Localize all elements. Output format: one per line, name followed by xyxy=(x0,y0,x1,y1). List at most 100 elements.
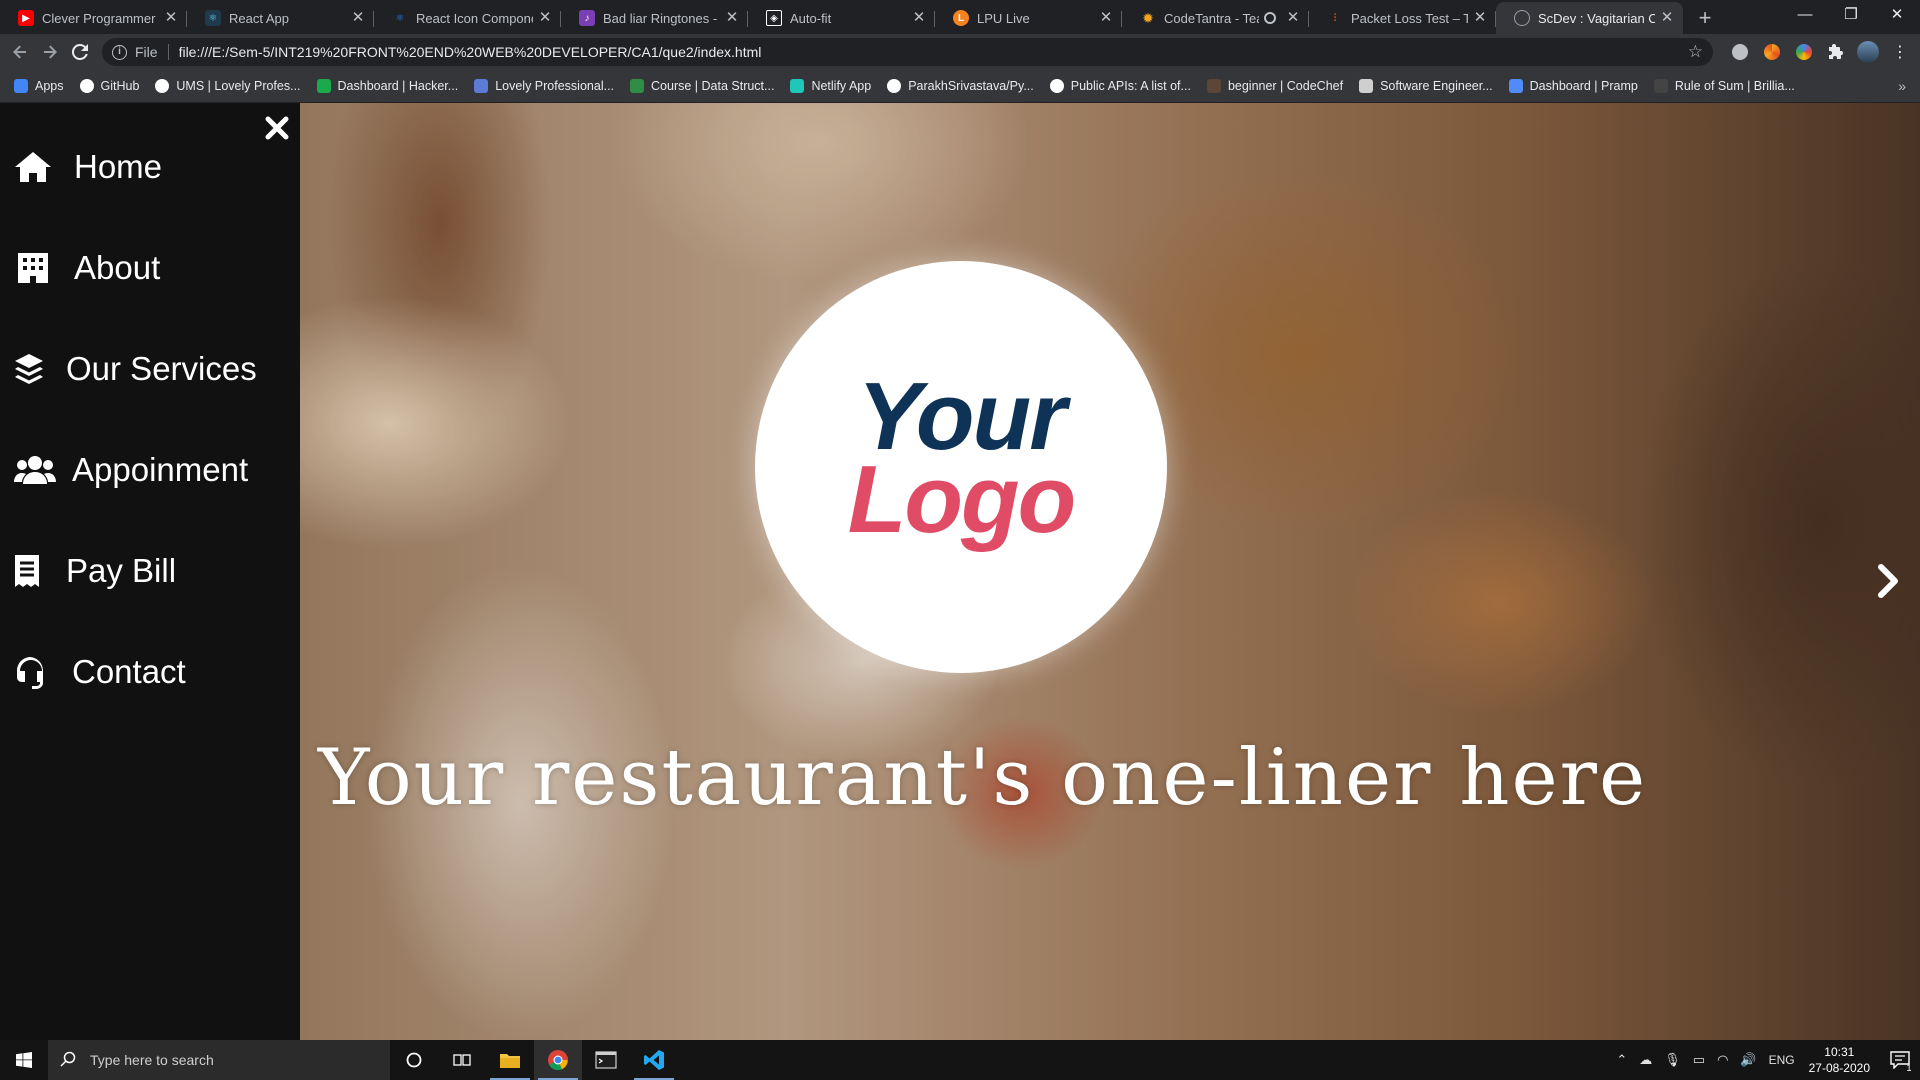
taskbar-search-box[interactable]: Type here to search xyxy=(48,1040,390,1080)
tab-scdev-active[interactable]: ScDev : Vagitarian Caffe ✕ xyxy=(1496,2,1683,34)
codetantra-icon: ✹ xyxy=(1142,9,1154,26)
bookmark-item[interactable]: ParakhSrivastava/Py... xyxy=(887,79,1034,93)
chrome-icon[interactable] xyxy=(534,1040,582,1080)
url-text[interactable]: file:///E:/Sem-5/INT219%20FRONT%20END%20… xyxy=(179,44,1688,60)
tab-react-app[interactable]: ⚛ React App ✕ xyxy=(187,2,374,34)
sidebar-close-button[interactable] xyxy=(264,115,294,145)
more-bookmarks-icon[interactable]: » xyxy=(1898,78,1906,94)
bookmark-item[interactable]: Netlify App xyxy=(790,79,871,93)
codepen-icon: ◈ xyxy=(766,10,782,26)
sidebar-item-about[interactable]: About xyxy=(14,249,160,287)
close-tab-icon[interactable]: ✕ xyxy=(537,10,553,26)
sidebar-item-label: Pay Bill xyxy=(66,552,177,589)
bookmark-item[interactable]: GitHub xyxy=(79,79,139,93)
close-window-button[interactable]: ✕ xyxy=(1874,0,1920,30)
wifi-icon[interactable]: ◠ xyxy=(1717,1052,1728,1068)
lpu-icon: L xyxy=(953,10,969,26)
extension-globe-icon[interactable] xyxy=(1727,39,1753,65)
bookmark-label: Dashboard | Pramp xyxy=(1529,79,1638,93)
search-placeholder: Type here to search xyxy=(90,1052,214,1068)
sidebar-item-pay-bill[interactable]: Pay Bill xyxy=(14,552,176,590)
sidebar-item-label: Home xyxy=(74,148,163,185)
restore-button[interactable]: ❐ xyxy=(1828,0,1874,30)
action-center-button[interactable]: 1 xyxy=(1880,1040,1920,1080)
tab-codetantra[interactable]: ✹ CodeTantra - Teach ✕ xyxy=(1122,2,1309,34)
close-tab-icon[interactable]: ✕ xyxy=(1472,10,1488,26)
back-button[interactable] xyxy=(6,38,34,66)
menu-dots-icon[interactable]: ⋮ xyxy=(1887,39,1913,65)
task-view-icon[interactable] xyxy=(438,1040,486,1080)
tab-clever-programmer[interactable]: ▶ Clever Programmer - Yo ✕ xyxy=(0,2,187,34)
search-icon xyxy=(60,1051,76,1070)
bookmark-label: beginner | CodeChef xyxy=(1227,79,1344,93)
bookmark-star-icon[interactable]: ☆ xyxy=(1688,42,1703,62)
battery-icon[interactable]: ▭ xyxy=(1693,1052,1705,1068)
tab-strip: ▶ Clever Programmer - Yo ✕ ⚛ React App ✕… xyxy=(0,0,1920,34)
packet-loss-icon: ⫶ xyxy=(1333,12,1337,24)
close-tab-icon[interactable]: ✕ xyxy=(911,10,927,26)
bookmark-item[interactable]: Dashboard | Hacker... xyxy=(316,79,458,93)
extensions-puzzle-icon[interactable] xyxy=(1823,39,1849,65)
bookmark-label: UMS | Lovely Profes... xyxy=(176,79,301,93)
info-icon[interactable]: i xyxy=(112,44,127,60)
tab-auto-fit[interactable]: ◈ Auto-fit ✕ xyxy=(748,2,935,34)
tab-react-icon-component[interactable]: ⚛ React Icon Component ✕ xyxy=(374,2,561,34)
chevron-right-icon xyxy=(1878,564,1898,598)
profile-avatar[interactable] xyxy=(1855,39,1881,65)
bookmark-item[interactable]: Lovely Professional... xyxy=(474,79,614,93)
bookmark-item[interactable]: Dashboard | Pramp xyxy=(1508,79,1638,93)
sidebar-item-our-services[interactable]: Our Services xyxy=(14,350,257,388)
web-page: Your Logo Your restaurant's one-liner he… xyxy=(0,103,1920,1040)
minimize-button[interactable]: — xyxy=(1782,0,1828,30)
arrow-left-icon xyxy=(13,45,26,59)
sidebar-item-appoinment[interactable]: Appoinment xyxy=(14,451,248,489)
close-tab-icon[interactable]: ✕ xyxy=(350,10,366,26)
close-tab-icon[interactable]: ✕ xyxy=(1659,10,1675,26)
bookmark-item[interactable]: Course | Data Struct... xyxy=(630,79,774,93)
file-explorer-icon[interactable] xyxy=(486,1040,534,1080)
bookmark-item[interactable]: UMS | Lovely Profes... xyxy=(155,79,301,93)
new-tab-button[interactable]: + xyxy=(1691,4,1719,32)
close-tab-icon[interactable]: ✕ xyxy=(1098,10,1114,26)
next-slide-button[interactable] xyxy=(1876,561,1902,601)
clock-date: 27-08-2020 xyxy=(1808,1061,1870,1075)
audio-playing-icon[interactable] xyxy=(1264,12,1276,24)
bookmark-label: Netlify App xyxy=(811,79,872,93)
clock[interactable]: 10:31 27-08-2020 xyxy=(1809,1044,1870,1076)
address-bar[interactable]: i File file:///E:/Sem-5/INT219%20FRONT%2… xyxy=(102,38,1713,66)
tab-bad-liar-ringtones[interactable]: ♪ Bad liar Ringtones - Fre ✕ xyxy=(561,2,748,34)
browser-toolbar: i File file:///E:/Sem-5/INT219%20FRONT%2… xyxy=(0,34,1920,70)
bookmark-item[interactable]: Public APIs: A list of... xyxy=(1049,79,1191,93)
bookmark-favicon-icon xyxy=(1049,79,1064,93)
close-tab-icon[interactable]: ✕ xyxy=(1285,10,1301,26)
layers-icon xyxy=(14,351,44,387)
chevron-up-icon[interactable]: ⌃ xyxy=(1616,1052,1627,1068)
tab-lpu-live[interactable]: L LPU Live ✕ xyxy=(935,2,1122,34)
bookmark-item[interactable]: Apps xyxy=(14,79,64,93)
tab-title: React Icon Component xyxy=(416,10,533,26)
bookmark-item[interactable]: Software Engineer... xyxy=(1359,79,1493,93)
react-icons-icon: ⚛ xyxy=(395,12,405,24)
reload-button[interactable] xyxy=(66,38,94,66)
react-icon: ⚛ xyxy=(205,10,221,26)
microphone-icon[interactable]: 🎙 xyxy=(1664,1052,1681,1068)
close-tab-icon[interactable]: ✕ xyxy=(724,10,740,26)
extension-color-icon[interactable] xyxy=(1791,39,1817,65)
sidebar-item-contact[interactable]: Contact xyxy=(14,653,186,691)
bookmark-item[interactable]: Rule of Sum | Brillia... xyxy=(1653,79,1795,93)
onedrive-icon[interactable]: ☁ xyxy=(1639,1052,1652,1068)
cortana-icon[interactable] xyxy=(390,1040,438,1080)
tab-title: LPU Live xyxy=(977,10,1030,26)
language-indicator[interactable]: ENG xyxy=(1769,1053,1795,1067)
start-button[interactable] xyxy=(0,1040,48,1080)
forward-button[interactable] xyxy=(36,38,64,66)
terminal-icon[interactable] xyxy=(582,1040,630,1080)
hero-tagline: Your restaurant's one-liner here xyxy=(318,733,1648,823)
extension-pinwheel-icon[interactable] xyxy=(1759,39,1785,65)
bookmark-item[interactable]: beginner | CodeChef xyxy=(1206,79,1344,93)
close-tab-icon[interactable]: ✕ xyxy=(163,10,179,26)
vscode-icon[interactable] xyxy=(630,1040,678,1080)
sidebar-item-home[interactable]: Home xyxy=(14,148,162,186)
volume-icon[interactable]: 🔊 xyxy=(1740,1052,1756,1068)
tab-packet-loss-test[interactable]: ⫶ Packet Loss Test – Test ✕ xyxy=(1309,2,1496,34)
